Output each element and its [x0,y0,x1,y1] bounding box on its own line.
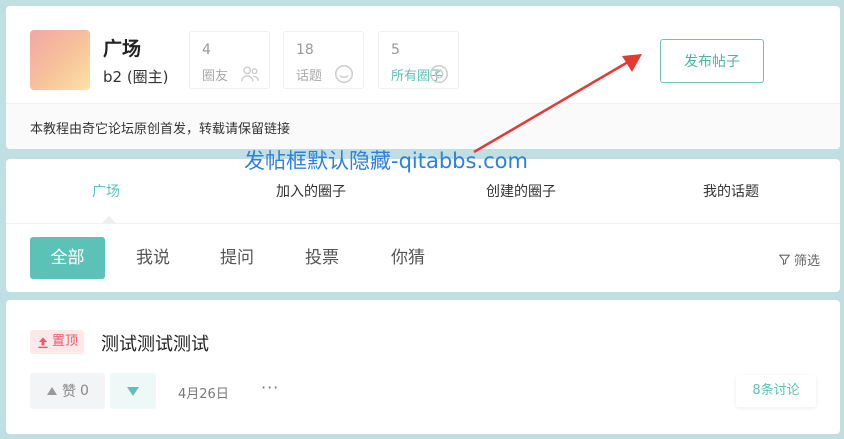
like-button[interactable]: 赞 0 [30,373,105,409]
circle-owner: b2 (圈主) [103,68,169,86]
stat-members[interactable]: 4 圈友 [189,31,270,89]
pin-top-icon [38,337,48,349]
filter-icon [779,254,790,265]
subtab-all[interactable]: 全部 [30,237,105,279]
triangle-down-icon [127,386,139,396]
more-options-icon[interactable]: ··· [261,378,279,397]
circle-title: 广场 [103,38,142,60]
post-card: 置顶 测试测试测试 赞 0 4月26日 ··· 8条讨论 [6,300,840,434]
active-tab-indicator [102,216,116,223]
tab-my-topics[interactable]: 我的话题 [703,181,759,201]
stat-all-circles[interactable]: 5 所有圈子 [378,31,459,89]
subtab-vote[interactable]: 投票 [297,237,347,279]
discussion-count-button[interactable]: 8条讨论 [736,375,816,407]
tab-plaza[interactable]: 广场 [92,181,120,201]
users-icon [241,66,259,82]
circle-header-card: 广场 b2 (圈主) 4 圈友 18 话题 5 所有圈子 发布帖子 本教程由奇它… [6,6,840,149]
circles-icon [430,65,448,83]
subtab-ask[interactable]: 提问 [212,237,262,279]
stat-members-count: 4 [202,42,211,58]
watermark-caption: 发帖框默认隐藏-qitabbs.com [244,149,528,173]
filter-button[interactable]: 筛选 [778,250,820,269]
pinned-badge: 置顶 [30,330,85,354]
stat-circles-count: 5 [391,42,400,58]
tabs-card: 广场 加入的圈子 创建的圈子 我的话题 全部 我说 提问 投票 你猜 筛选 [6,159,840,292]
triangle-up-icon [47,387,58,395]
dislike-button[interactable] [110,373,156,409]
stat-members-label: 圈友 [202,69,229,84]
filter-label: 筛选 [793,254,820,269]
post-title[interactable]: 测试测试测试 [101,330,209,356]
stat-topics-label: 话题 [296,69,323,84]
chat-icon [335,65,353,83]
stat-topics[interactable]: 18 话题 [283,31,364,89]
stat-topics-count: 18 [296,42,314,58]
like-label: 赞 [62,384,77,400]
tab-created-circles[interactable]: 创建的圈子 [486,181,556,201]
subtab-guess[interactable]: 你猜 [383,237,433,279]
circle-avatar[interactable] [30,30,90,90]
subtab-say[interactable]: 我说 [128,237,178,279]
sub-tab-bar: 全部 我说 提问 投票 你猜 [6,237,840,279]
notice-text: 本教程由奇它论坛原创首发，转载请保留链接 [30,122,291,137]
post-date: 4月26日 [178,387,229,402]
tab-joined-circles[interactable]: 加入的圈子 [276,181,346,201]
like-count: 0 [80,383,89,399]
publish-post-button[interactable]: 发布帖子 [660,39,764,83]
pinned-badge-label: 置顶 [52,334,79,349]
